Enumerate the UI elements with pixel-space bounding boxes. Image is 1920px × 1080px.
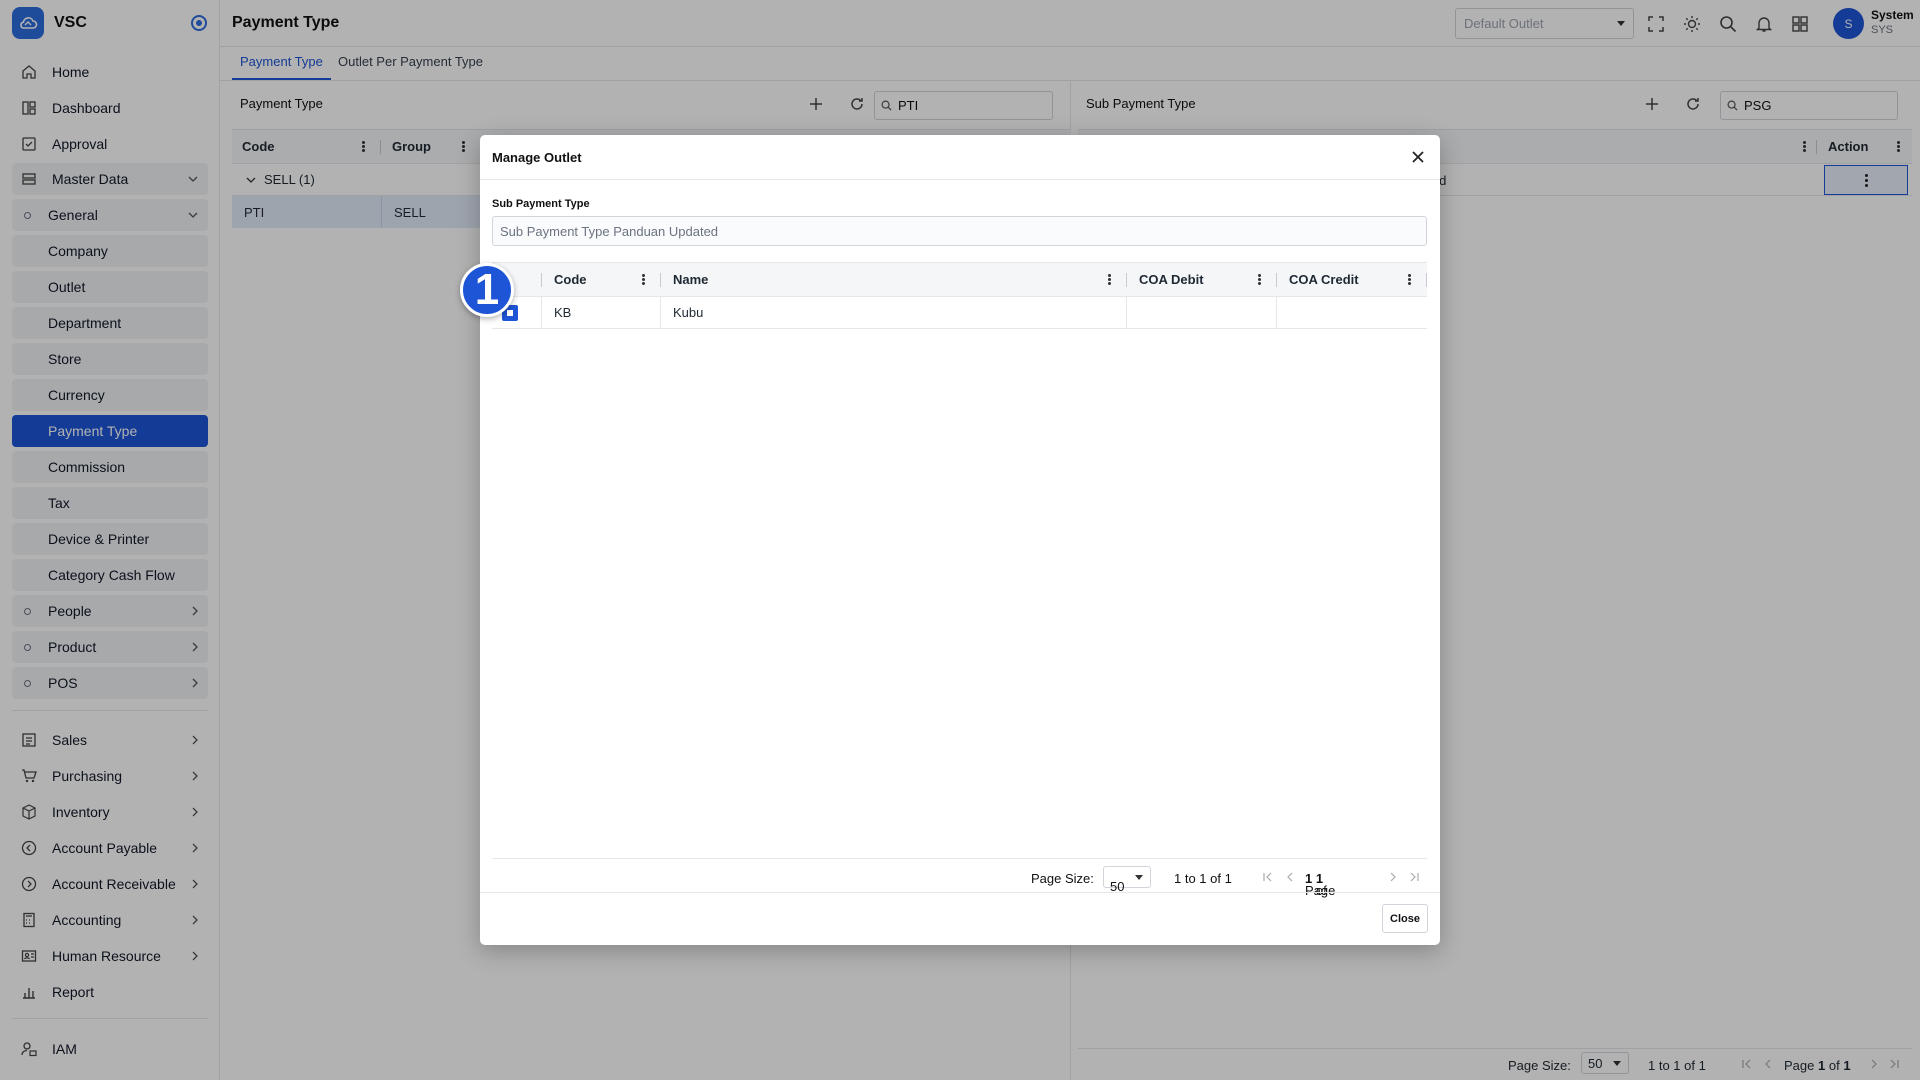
grid-header: Code Name COA Debit COA Credit [492, 262, 1427, 297]
column-separator [1426, 273, 1427, 287]
pager: Page Size: 50 1 to 1 of 1 Page 1 of 1 [492, 858, 1427, 898]
column-label: Code [554, 272, 587, 287]
column-label: COA Debit [1139, 272, 1204, 287]
cell-coa-debit [1127, 297, 1277, 328]
dialog-footer: Close [480, 892, 1440, 945]
cell-coa-credit [1277, 297, 1427, 328]
column-label: Name [673, 272, 709, 287]
table-row[interactable]: KB Kubu [492, 297, 1427, 329]
sub-payment-type-label: Sub Payment Type [492, 198, 590, 210]
column-menu-icon[interactable] [1408, 274, 1411, 285]
dialog-title: Manage Outlet [492, 149, 582, 165]
prev-page-icon[interactable] [1284, 871, 1296, 883]
caret-down-icon [1135, 875, 1143, 880]
column-menu-icon[interactable] [1258, 274, 1261, 285]
field-value: Sub Payment Type Panduan Updated [500, 224, 719, 239]
column-menu-icon[interactable] [642, 274, 645, 285]
column-label: COA Credit [1289, 272, 1359, 287]
sub-payment-type-field[interactable]: Sub Payment Type Panduan Updated [492, 216, 1427, 246]
dialog-header: Manage Outlet [480, 135, 1440, 180]
column-header-coa-credit[interactable]: COA Credit [1277, 263, 1427, 296]
next-page-icon[interactable] [1387, 871, 1399, 883]
cell-code: KB [542, 297, 661, 328]
column-header-name[interactable]: Name [661, 263, 1113, 296]
manage-outlet-dialog: Manage Outlet Sub Payment Type Sub Payme… [480, 135, 1440, 945]
close-icon[interactable] [1410, 149, 1426, 165]
close-button[interactable]: Close [1382, 904, 1428, 933]
page-size-select[interactable]: 50 [1103, 866, 1151, 894]
cell-text: Kubu [673, 305, 704, 320]
column-menu-icon[interactable] [1108, 274, 1111, 285]
cell-name: Kubu [661, 297, 1127, 328]
first-page-icon[interactable] [1262, 871, 1274, 883]
step-number-badge: 1 [460, 263, 514, 317]
cell-text: KB [554, 305, 572, 320]
page-size-label: Page Size: [1031, 871, 1094, 886]
column-header-coa-debit[interactable]: COA Debit [1127, 263, 1277, 296]
last-page-icon[interactable] [1408, 871, 1420, 883]
page-indicator: Page 1 of 1 [1305, 871, 1335, 898]
row-range: 1 to 1 of 1 [1174, 871, 1232, 886]
